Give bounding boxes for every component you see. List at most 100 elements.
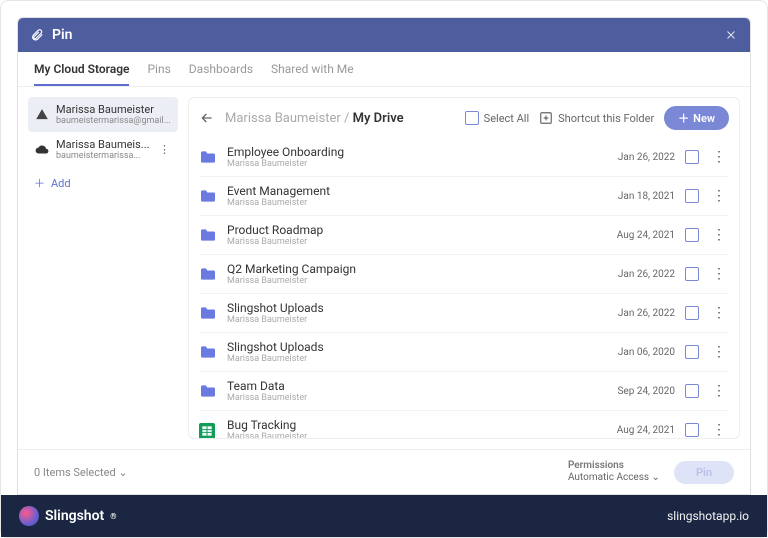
account-email: baumeistermarissa... xyxy=(56,151,151,161)
paperclip-icon xyxy=(30,28,44,42)
checkbox-icon xyxy=(465,111,479,125)
file-checkbox[interactable] xyxy=(685,423,699,437)
file-date: Jan 06, 2020 xyxy=(605,347,675,358)
modal-title: Pin xyxy=(52,27,724,43)
file-list: Employee OnboardingMarissa BaumeisterJan… xyxy=(189,138,739,438)
toolbar: Marissa Baumeister / My Drive Select All… xyxy=(189,98,739,138)
file-title: Product Roadmap xyxy=(227,223,595,237)
more-icon[interactable]: ⋮ xyxy=(709,423,729,437)
footer: Slingshot® slingshotapp.io xyxy=(1,495,767,537)
file-title: Event Management xyxy=(227,184,595,198)
file-owner: Marissa Baumeister xyxy=(227,237,595,247)
bottom-bar: 0 Items Selected ⌄ Permissions Automatic… xyxy=(18,449,750,494)
file-title: Q2 Marketing Campaign xyxy=(227,262,595,276)
more-icon[interactable]: ⋮ xyxy=(709,150,729,164)
file-date: Sep 24, 2020 xyxy=(605,386,675,397)
tab-dashboards[interactable]: Dashboards xyxy=(189,62,253,86)
select-all-button[interactable]: Select All xyxy=(465,111,529,125)
permissions-dropdown[interactable]: Permissions Automatic Access ⌄ xyxy=(568,460,660,484)
file-owner: Marissa Baumeister xyxy=(227,276,595,286)
plus-icon: ＋ xyxy=(678,110,689,126)
tabs: My Cloud Storage Pins Dashboards Shared … xyxy=(18,52,750,87)
file-title: Employee Onboarding xyxy=(227,145,595,159)
folder-icon xyxy=(199,267,217,281)
file-date: Jan 26, 2022 xyxy=(605,269,675,280)
file-row[interactable]: Slingshot UploadsMarissa Baumeister Jan 0… xyxy=(199,333,729,372)
back-icon[interactable] xyxy=(199,110,215,126)
more-icon[interactable]: ⋮ xyxy=(709,189,729,203)
folder-icon xyxy=(199,384,217,398)
logo-icon xyxy=(19,506,39,526)
chevron-down-icon: ⌄ xyxy=(118,466,127,479)
file-date: Jan 26, 2022 xyxy=(605,152,675,163)
file-owner: Marissa Baumeister xyxy=(227,432,595,438)
sheet-icon xyxy=(199,423,217,437)
file-date: Aug 24, 2021 xyxy=(605,230,675,241)
file-checkbox[interactable] xyxy=(685,267,699,281)
more-icon[interactable]: ⋮ xyxy=(709,384,729,398)
file-owner: Marissa Baumeister xyxy=(227,315,595,325)
footer-url: slingshotapp.io xyxy=(667,509,749,523)
file-row[interactable]: Event ManagementMarissa Baumeister Jan 18… xyxy=(199,177,729,216)
account-email: baumeistermarissa@gmail... xyxy=(56,116,172,126)
add-label: Add xyxy=(51,177,71,190)
file-owner: Marissa Baumeister xyxy=(227,159,595,169)
pin-button[interactable]: Pin xyxy=(674,461,734,484)
folder-icon xyxy=(199,306,217,320)
tab-pins[interactable]: Pins xyxy=(147,62,170,86)
file-date: Aug 24, 2021 xyxy=(605,425,675,436)
folder-icon xyxy=(199,345,217,359)
sidebar: Marissa Baumeister baumeistermarissa@gma… xyxy=(28,97,178,439)
file-owner: Marissa Baumeister xyxy=(227,198,595,208)
file-row[interactable]: Q2 Marketing CampaignMarissa Baumeister J… xyxy=(199,255,729,294)
file-row[interactable]: Bug TrackingMarissa Baumeister Aug 24, 20… xyxy=(199,411,729,438)
file-owner: Marissa Baumeister xyxy=(227,393,595,403)
account-name: Marissa Baumeister xyxy=(56,103,172,116)
file-title: Team Data xyxy=(227,379,595,393)
more-icon[interactable]: ⋮ xyxy=(709,267,729,281)
file-owner: Marissa Baumeister xyxy=(227,354,595,364)
account-name: Marissa Baumeis... xyxy=(56,138,151,151)
file-title: Bug Tracking xyxy=(227,418,595,432)
more-icon[interactable]: ⋮ xyxy=(709,306,729,320)
add-account-button[interactable]: ＋ Add xyxy=(28,167,178,199)
brand-logo: Slingshot® xyxy=(19,506,117,526)
more-icon[interactable]: ⋮ xyxy=(157,143,172,156)
file-date: Jan 18, 2021 xyxy=(605,191,675,202)
file-checkbox[interactable] xyxy=(685,384,699,398)
sidebar-account[interactable]: Marissa Baumeister baumeistermarissa@gma… xyxy=(28,97,178,132)
file-checkbox[interactable] xyxy=(685,228,699,242)
breadcrumb: Marissa Baumeister / My Drive xyxy=(225,111,404,126)
modal-header: Pin xyxy=(18,18,750,52)
items-selected[interactable]: 0 Items Selected ⌄ xyxy=(34,466,128,479)
file-title: Slingshot Uploads xyxy=(227,340,595,354)
tab-my-cloud-storage[interactable]: My Cloud Storage xyxy=(34,62,129,86)
folder-icon xyxy=(199,189,217,203)
file-row[interactable]: Product RoadmapMarissa Baumeister Aug 24,… xyxy=(199,216,729,255)
onedrive-icon xyxy=(34,142,50,158)
file-row[interactable]: Team DataMarissa Baumeister Sep 24, 2020 ⋮ xyxy=(199,372,729,411)
file-row[interactable]: Slingshot UploadsMarissa Baumeister Jan 2… xyxy=(199,294,729,333)
new-button[interactable]: ＋ New xyxy=(664,106,729,130)
file-row[interactable]: Employee OnboardingMarissa Baumeister Jan… xyxy=(199,138,729,177)
gdrive-icon xyxy=(34,107,50,123)
tab-shared-with-me[interactable]: Shared with Me xyxy=(271,62,354,86)
breadcrumb-parent[interactable]: Marissa Baumeister xyxy=(225,111,341,126)
file-checkbox[interactable] xyxy=(685,306,699,320)
shortcut-folder-button[interactable]: Shortcut this Folder xyxy=(539,111,654,125)
file-date: Jan 26, 2022 xyxy=(605,308,675,319)
breadcrumb-current: My Drive xyxy=(353,111,404,126)
shortcut-icon xyxy=(539,111,553,125)
file-title: Slingshot Uploads xyxy=(227,301,595,315)
file-checkbox[interactable] xyxy=(685,189,699,203)
more-icon[interactable]: ⋮ xyxy=(709,228,729,242)
chevron-down-icon: ⌄ xyxy=(652,472,660,483)
file-checkbox[interactable] xyxy=(685,345,699,359)
sidebar-account[interactable]: Marissa Baumeis... baumeistermarissa... … xyxy=(28,132,178,167)
close-icon[interactable] xyxy=(724,28,738,42)
folder-icon xyxy=(199,228,217,242)
file-checkbox[interactable] xyxy=(685,150,699,164)
folder-icon xyxy=(199,150,217,164)
more-icon[interactable]: ⋮ xyxy=(709,345,729,359)
plus-icon: ＋ xyxy=(34,175,45,191)
